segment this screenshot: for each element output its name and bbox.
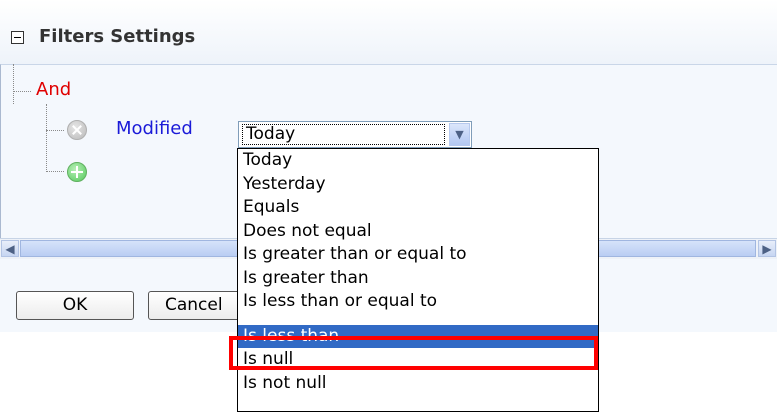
add-circle-icon[interactable]: [67, 162, 87, 182]
ok-button[interactable]: OK: [16, 291, 134, 320]
tree-connector: [46, 130, 64, 131]
tree-connector: [46, 104, 47, 172]
collapse-icon[interactable]: [11, 31, 24, 44]
filter-field-label[interactable]: Modified: [116, 118, 193, 139]
chevron-down-icon[interactable]: ▼: [449, 123, 470, 146]
condition-select[interactable]: Today ▼: [238, 121, 472, 148]
remove-circle-icon[interactable]: [67, 120, 87, 140]
dropdown-option[interactable]: Is greater than: [238, 267, 598, 290]
dropdown-option[interactable]: Yesterday: [238, 173, 598, 196]
dropdown-option[interactable]: Is greater than or equal to: [238, 243, 598, 266]
tree-connector: [13, 91, 31, 92]
dropdown-option[interactable]: Is not null: [238, 372, 598, 395]
dropdown-option[interactable]: Does not equal: [238, 220, 598, 243]
dropdown-option[interactable]: Equals: [238, 196, 598, 219]
panel-title: Filters Settings: [39, 26, 196, 47]
tree-connector: [46, 171, 64, 172]
condition-dropdown-list[interactable]: Today Yesterday Equals Does not equal Is…: [237, 148, 599, 412]
dropdown-option[interactable]: Today: [238, 149, 598, 172]
condition-select-value: Today: [242, 124, 445, 145]
tree-connector: [13, 64, 14, 104]
dropdown-option[interactable]: Is less than or equal to: [238, 290, 598, 313]
panel-header: Filters Settings: [0, 0, 777, 64]
callout-highlight-box: [229, 336, 598, 370]
scroll-right-icon[interactable]: ▶: [758, 240, 776, 257]
scroll-left-icon[interactable]: ◀: [1, 240, 19, 257]
group-operator-label[interactable]: And: [36, 79, 71, 100]
